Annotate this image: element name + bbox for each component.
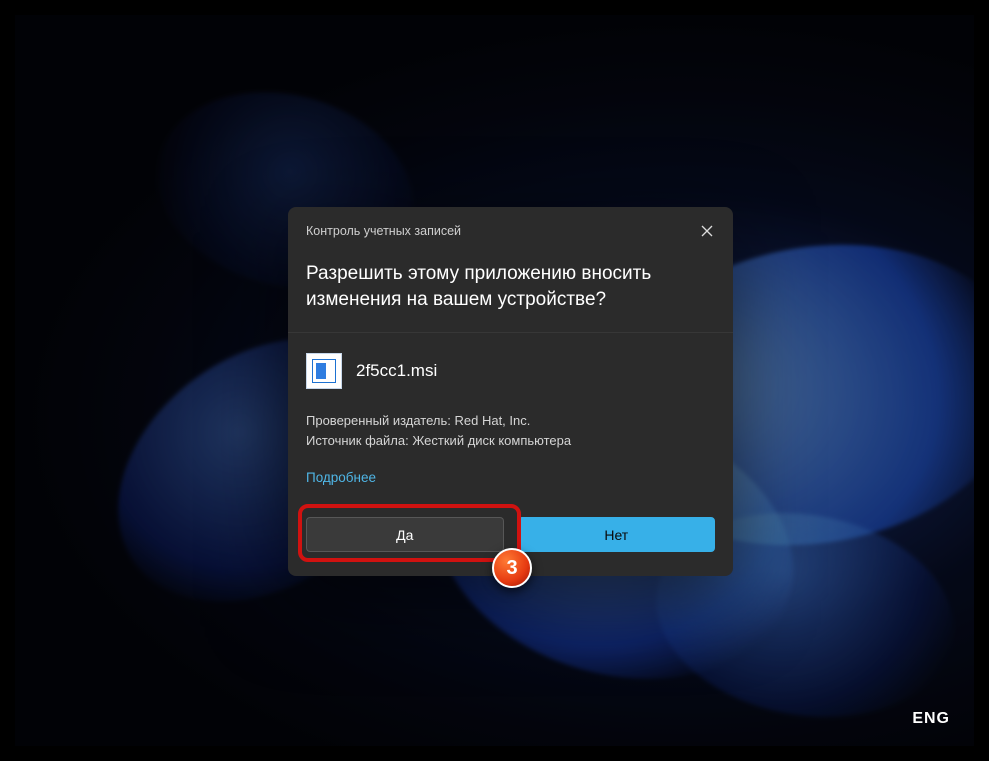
dialog-titlebar: Контроль учетных записей: [288, 207, 733, 253]
installer-icon: [306, 353, 342, 389]
verified-publisher-line: Проверенный издатель: Red Hat, Inc.: [306, 411, 715, 431]
yes-button[interactable]: Да: [306, 517, 504, 552]
app-filename: 2f5cc1.msi: [356, 361, 437, 381]
input-language-indicator[interactable]: ENG: [912, 710, 950, 728]
dialog-title: Контроль учетных записей: [306, 224, 461, 238]
button-row: Да Нет: [288, 505, 733, 576]
file-origin-line: Источник файла: Жесткий диск компьютера: [306, 431, 715, 451]
uac-dialog: Контроль учетных записей Разрешить этому…: [288, 207, 733, 576]
no-button[interactable]: Нет: [518, 517, 716, 552]
close-icon: [701, 225, 713, 237]
publisher-info: Проверенный издатель: Red Hat, Inc. Исто…: [288, 403, 733, 452]
screenshot-frame: Контроль учетных записей Разрешить этому…: [0, 0, 989, 761]
close-button[interactable]: [693, 217, 721, 245]
msi-icon: [312, 359, 336, 383]
app-identity-row: 2f5cc1.msi: [288, 333, 733, 403]
dialog-question: Разрешить этому приложению вносить измен…: [288, 253, 733, 332]
show-more-details-link[interactable]: Подробнее: [288, 452, 394, 505]
desktop-secure-background: Контроль учетных записей Разрешить этому…: [15, 15, 974, 746]
